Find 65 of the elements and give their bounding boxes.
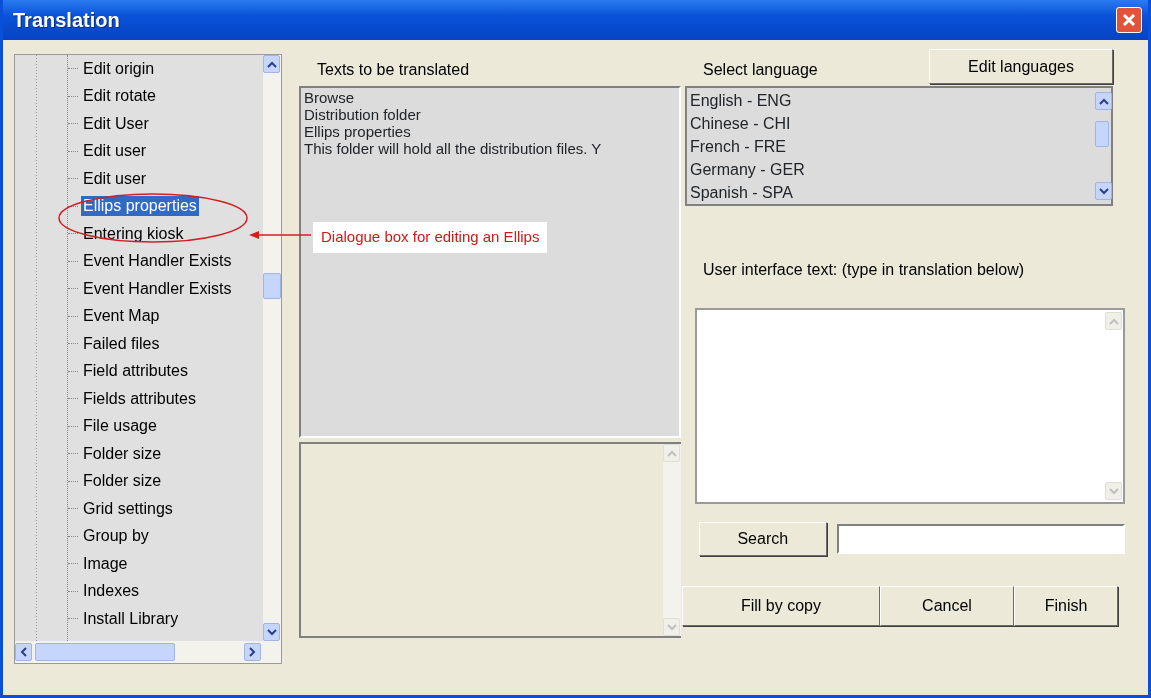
vertical-scrollbar[interactable]: [263, 55, 281, 641]
tree-item[interactable]: Folder size: [81, 471, 164, 492]
text-item[interactable]: Distribution folder: [304, 106, 421, 123]
tree-item[interactable]: Edit User: [81, 113, 151, 134]
close-button[interactable]: [1116, 7, 1142, 33]
section-label: Texts to be translated: [317, 60, 470, 80]
scroll-thumb[interactable]: [263, 273, 281, 299]
scroll-left-button[interactable]: [15, 643, 32, 661]
cancel-button[interactable]: Cancel: [880, 586, 1014, 626]
chevron-up-icon: [1098, 97, 1109, 105]
tree-item[interactable]: Ellips properties: [81, 196, 199, 217]
search-button[interactable]: Search: [699, 522, 827, 556]
tree-item[interactable]: Failed files: [81, 333, 162, 354]
language-item[interactable]: Chinese - CHI: [690, 112, 791, 135]
tree-item[interactable]: Grid settings: [81, 498, 175, 519]
finish-button[interactable]: Finish: [1014, 586, 1118, 626]
scroll-down-button[interactable]: [263, 623, 280, 641]
tree-item[interactable]: Entering kiosk: [81, 223, 186, 244]
field-label: User interface text: (type in translation below): [703, 260, 1026, 280]
section-label: Select language: [703, 60, 818, 80]
language-item[interactable]: Spanish - SPA: [690, 181, 793, 204]
chevron-down-icon: [1098, 187, 1109, 195]
close-icon: [1122, 13, 1136, 27]
tree-item[interactable]: Edit origin: [81, 58, 157, 79]
language-item[interactable]: French - FRE: [690, 135, 786, 158]
scroll-up-button[interactable]: [263, 55, 280, 73]
language-item[interactable]: Germany - GER: [690, 158, 805, 181]
tree-item[interactable]: Event Handler Exists: [81, 251, 234, 272]
chevron-down-icon: [266, 628, 277, 636]
tree-item[interactable]: File usage: [81, 416, 159, 437]
scroll-right-button[interactable]: [244, 643, 261, 661]
text-item[interactable]: Browse: [304, 89, 355, 106]
text-item[interactable]: This folder will hold all the distribution files. Y: [304, 140, 602, 157]
language-item[interactable]: English - ENG: [690, 89, 792, 112]
search-field[interactable]: [836, 524, 1125, 554]
horizontal-scrollbar[interactable]: [15, 641, 281, 663]
tree-item[interactable]: Group by: [81, 526, 151, 547]
tree-item[interactable]: Field attributes: [81, 361, 190, 382]
chevron-up-icon: [666, 449, 677, 457]
chevron-up-icon: [266, 60, 277, 68]
scroll-up-button[interactable]: [1095, 92, 1112, 110]
annotation-label: Dialogue box for editing an Ellips: [313, 222, 548, 253]
chevron-down-icon: [1108, 487, 1119, 495]
tree-item[interactable]: Edit rotate: [81, 86, 158, 107]
tree-item[interactable]: Indexes: [81, 581, 142, 602]
tree-item[interactable]: Event Handler Exists: [81, 278, 234, 299]
chevron-up-icon: [1108, 317, 1119, 325]
chevron-right-icon: [249, 647, 256, 657]
tree-item[interactable]: Fields attributes: [81, 388, 198, 409]
fill-by-copy-button[interactable]: Fill by copy: [682, 586, 880, 626]
window-title: Translation: [13, 8, 120, 33]
scroll-down-button[interactable]: [1095, 182, 1112, 200]
annotation-arrow: [249, 231, 312, 239]
tree-item[interactable]: Event Map: [81, 306, 162, 327]
tree-item[interactable]: Folder size: [81, 443, 164, 464]
text-item[interactable]: Ellips properties: [304, 123, 411, 140]
tree-item[interactable]: Edit user: [81, 168, 149, 189]
scroll-thumb[interactable]: [35, 643, 175, 661]
chevron-down-icon: [666, 623, 677, 631]
tree-item[interactable]: Install Library: [81, 608, 181, 629]
tree-item[interactable]: Image: [81, 553, 130, 574]
chevron-left-icon: [20, 647, 27, 657]
edit-languages-button[interactable]: Edit languages: [929, 49, 1113, 84]
tree-item[interactable]: Edit user: [81, 141, 149, 162]
scroll-thumb[interactable]: [1095, 121, 1109, 147]
